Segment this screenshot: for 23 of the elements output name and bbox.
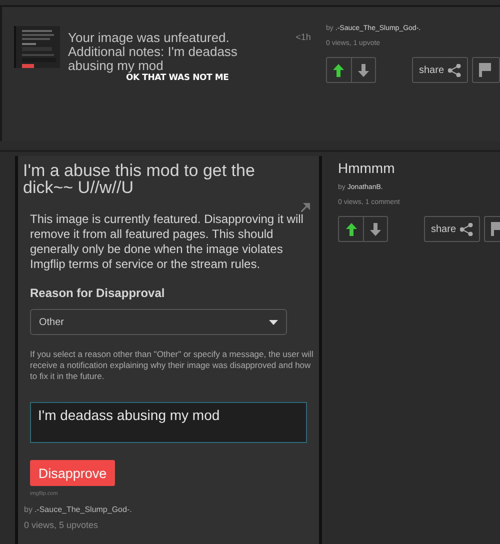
time-label: <1h	[296, 32, 312, 44]
post-title[interactable]: Hmmmm	[338, 160, 500, 176]
share-button[interactable]: share	[412, 57, 468, 83]
notice-text: This image is currently featured. Disapproving it will remove it from all featured pages. This should generally only be done when the image violates Imgflip terms of service or the stream rules.	[30, 212, 304, 272]
reason-select[interactable]: Other	[30, 309, 287, 335]
share-icon	[460, 222, 474, 236]
post-title: I'm a abuse this mod to get the dick~~ U//w//U	[23, 162, 256, 196]
reason-label: Reason for Disapproval	[30, 286, 166, 300]
author-link[interactable]: .-Sauce_The_Slump_God-.	[34, 505, 132, 514]
flag-icon	[479, 63, 491, 77]
by-label: by	[24, 505, 32, 514]
flag-button[interactable]	[472, 57, 500, 83]
disapprove-button[interactable]: Disapprove	[30, 460, 115, 486]
message-field[interactable]: I'm deadass abusing my mod	[30, 402, 307, 443]
share-button[interactable]: share	[424, 216, 480, 242]
caret-icon	[269, 320, 278, 324]
notification-message: Your image was unfeatured. Additional notes: I'm deadass abusing my mod	[68, 31, 238, 73]
caption-text: OK THAT WAS NOT ME	[126, 73, 230, 83]
helper-text: If you select a reason other than "Other" or specify a message, the user will receive a notification explaining why their image was disapproved and how to fix it in the future.	[30, 349, 314, 382]
stats-text: 0 views, 5 upvotes	[24, 520, 100, 530]
share-icon	[448, 64, 461, 76]
flag-icon	[491, 222, 500, 236]
expand-icon[interactable]	[301, 203, 310, 212]
